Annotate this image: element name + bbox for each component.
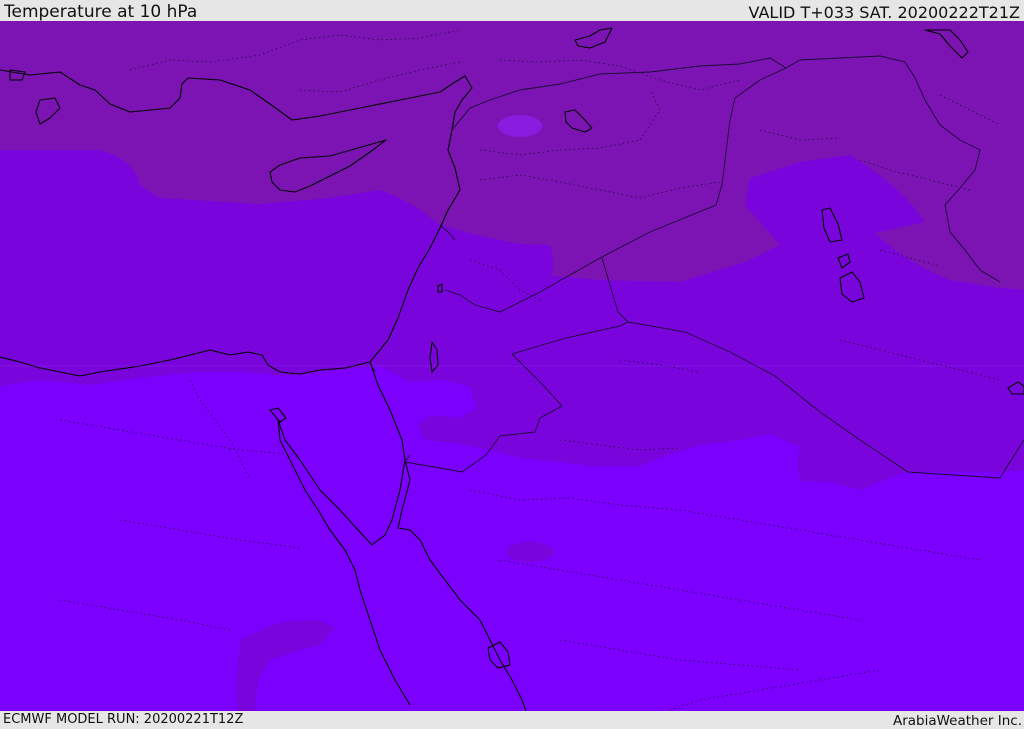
map-title: Temperature at 10 hPa bbox=[4, 2, 198, 22]
credit-label: ArabiaWeather Inc. bbox=[892, 713, 1022, 729]
footer-bar: ECMWF MODEL RUN: 20200221T12Z ArabiaWeat… bbox=[0, 711, 1024, 729]
weather-map-view: Temperature at 10 hPa VALID T+033 SAT. 2… bbox=[0, 0, 1024, 729]
warm-patch-north bbox=[498, 115, 542, 137]
header-bar: Temperature at 10 hPa VALID T+033 SAT. 2… bbox=[0, 0, 1024, 21]
warm-patch-south bbox=[506, 542, 554, 562]
temperature-map bbox=[0, 21, 1024, 711]
model-run-label: ECMWF MODEL RUN: 20200221T12Z bbox=[3, 712, 244, 727]
valid-time-label: VALID T+033 SAT. 20200222T21Z bbox=[748, 3, 1020, 22]
